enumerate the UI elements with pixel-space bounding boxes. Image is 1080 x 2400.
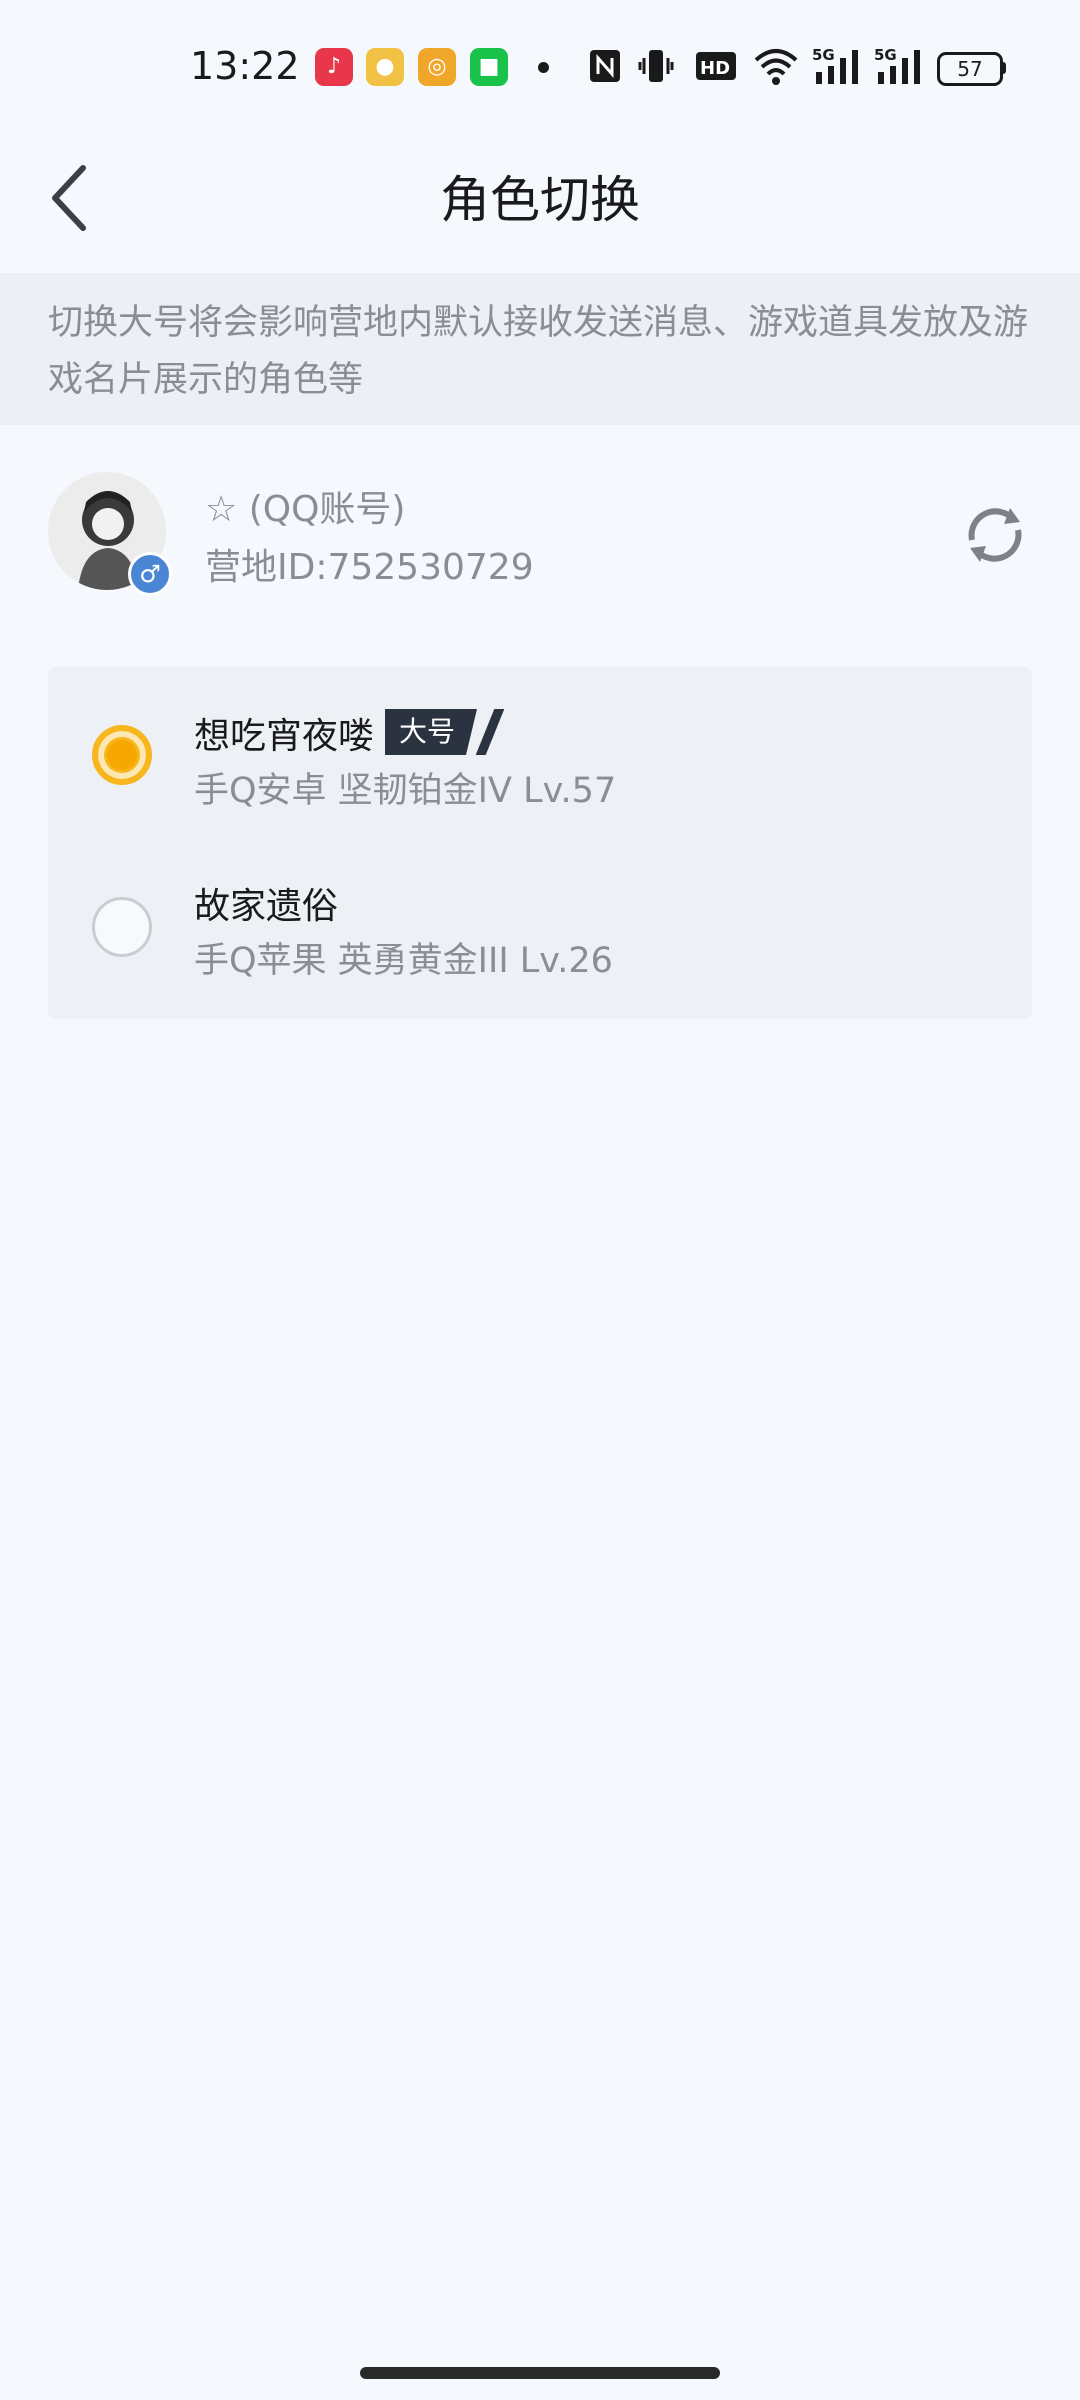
svg-text:5G: 5G [874,46,897,64]
battery-tip [1002,62,1006,74]
main-account-badge: 大号 [385,709,505,755]
music-app-icon: ♪ [315,48,353,86]
status-time: 13:22 [190,44,300,88]
badge-slash [475,709,505,755]
battery-indicator: 57 [937,52,1003,86]
vibrate-icon [638,50,674,82]
radio-selected-icon[interactable] [92,725,152,785]
hd-icon: HD [696,52,736,80]
role-list: 想吃宵夜喽 大号 手Q安卓 坚韧铂金IV Lv.57 故家遗俗 手Q苹果 英勇黄… [48,667,1032,1019]
svg-text:5G: 5G [812,46,835,64]
page-title: 角色切换 [440,171,640,229]
nfc-icon [590,50,620,82]
role-info: 手Q安卓 坚韧铂金IV Lv.57 [194,771,617,811]
profile-name: ☆ (QQ账号) [205,489,406,530]
camp-id: 营地ID:752530729 [205,547,534,588]
role-name: 想吃宵夜喽 [194,716,375,757]
notification-dot-icon [538,62,549,73]
5g-signal-icon: 5G [812,46,858,84]
5g-signal-icon: 5G [874,46,920,84]
svg-text:HD: HD [700,58,730,79]
wifi-icon [754,49,798,85]
status-bar: 13:22 ♪ ● ◎ ■ HD 5G 5G 57 [0,0,1080,130]
radio-unselected-icon[interactable] [92,897,152,957]
bear-app-icon: ● [366,48,404,86]
profile-section: ♂ ☆ (QQ账号) 营地ID:752530729 [0,470,1080,600]
home-indicator[interactable] [360,2367,720,2379]
badge-label: 大号 [385,709,478,755]
gender-male-icon: ♂ [128,552,172,596]
role-info: 手Q苹果 英勇黄金III Lv.26 [194,941,613,981]
green-app-icon: ■ [470,48,508,86]
role-item[interactable]: 故家遗俗 手Q苹果 英勇黄金III Lv.26 [48,837,1032,1007]
header: 角色切换 [0,130,1080,270]
role-name: 故家遗俗 [194,886,339,927]
role-item[interactable]: 想吃宵夜喽 大号 手Q安卓 坚韧铂金IV Lv.57 [48,667,1032,837]
info-notice: 切换大号将会影响营地内默认接收发送消息、游戏道具发放及游戏名片展示的角色等 [0,273,1080,425]
refresh-icon[interactable] [960,500,1030,570]
coin-app-icon: ◎ [418,48,456,86]
